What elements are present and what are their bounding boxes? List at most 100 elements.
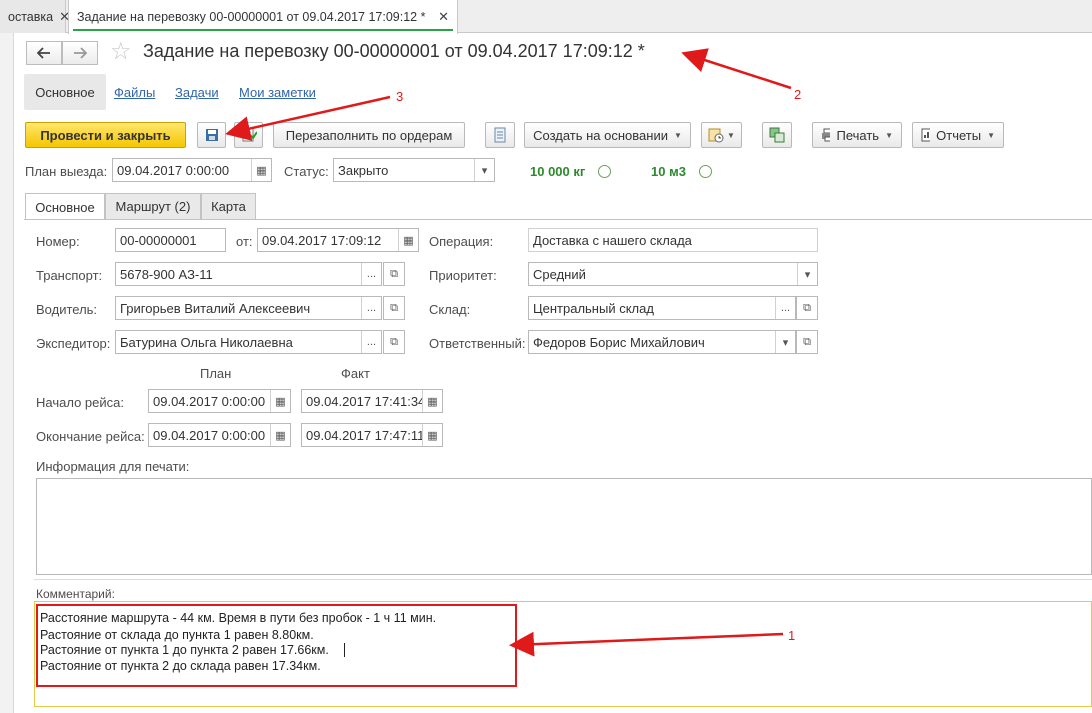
create-based-on-label: Создать на основании — [533, 127, 668, 143]
warehouse-label: Склад: — [429, 302, 471, 317]
annotation-highlight-box — [36, 604, 517, 687]
reports-label: Отчеты — [936, 127, 982, 143]
section-notes[interactable]: Мои заметки — [239, 74, 316, 110]
print-label: Печать — [836, 127, 880, 143]
forwarder-label: Экспедитор: — [36, 336, 111, 351]
arrow-left-icon — [37, 47, 50, 59]
calendar-icon[interactable]: ▦ — [270, 390, 290, 412]
post-button[interactable] — [234, 122, 263, 148]
plan-departure-field[interactable]: 09.04.2017 0:00:00 ▦ — [112, 158, 272, 182]
reports-icon — [921, 128, 931, 142]
star-icon[interactable]: ☆ — [110, 40, 132, 64]
date-value: 09.04.2017 17:09:12 — [262, 232, 382, 248]
trip-start-plan-field[interactable]: 09.04.2017 0:00:00 ▦ — [148, 389, 291, 413]
number-field[interactable]: 00-00000001 — [115, 228, 226, 252]
window-tab-task[interactable]: Задание на перевозку 00-00000001 от 09.0… — [68, 0, 458, 34]
open-icon[interactable]: ⧉ — [383, 330, 405, 354]
tab-divider — [24, 219, 1092, 220]
priority-select[interactable]: Средний ▾ — [528, 262, 818, 286]
number-label: Номер: — [36, 234, 80, 249]
structure-of-subordination-button[interactable] — [762, 122, 792, 148]
weight-status-icon — [598, 165, 611, 178]
date-field[interactable]: 09.04.2017 17:09:12 ▦ — [257, 228, 419, 252]
list-document-icon — [494, 127, 506, 143]
calendar-icon[interactable]: ▦ — [422, 390, 442, 412]
open-icon[interactable]: ⧉ — [796, 296, 818, 320]
open-icon[interactable]: ⧉ — [383, 262, 405, 286]
status-select[interactable]: Закрыто ▾ — [333, 158, 495, 182]
back-button[interactable] — [26, 41, 62, 65]
from-label: от: — [236, 234, 253, 249]
responsible-label: Ответственный: — [429, 336, 526, 351]
trip-end-plan-field[interactable]: 09.04.2017 0:00:00 ▦ — [148, 423, 291, 447]
window-tab-delivery[interactable]: оставка ✕ — [0, 0, 70, 33]
status-value: Закрыто — [338, 162, 389, 178]
print-info-label: Информация для печати: — [36, 459, 190, 474]
tab-main[interactable]: Основное — [25, 193, 105, 220]
driver-field[interactable]: Григорьев Виталий Алексеевич ... — [115, 296, 382, 320]
select-ellipsis-icon[interactable]: ... — [361, 263, 381, 285]
tab-map[interactable]: Карта — [201, 193, 256, 219]
trip-start-fact-field[interactable]: 09.04.2017 17:41:34 ▦ — [301, 389, 443, 413]
forwarder-field[interactable]: Батурина Ольга Николаевна ... — [115, 330, 382, 354]
tab-route[interactable]: Маршрут (2) — [105, 193, 201, 219]
transport-value: 5678-900 АЗ-11 — [120, 266, 213, 282]
post-and-close-button[interactable]: Провести и закрыть — [25, 122, 186, 148]
post-document-icon — [242, 127, 257, 142]
left-panel — [0, 33, 14, 713]
section-tasks[interactable]: Задачи — [175, 74, 219, 110]
calendar-icon[interactable]: ▦ — [251, 159, 271, 181]
transport-field[interactable]: 5678-900 АЗ-11 ... — [115, 262, 382, 286]
create-based-on-button[interactable]: Создать на основании ▼ — [524, 122, 691, 148]
divider — [34, 579, 1092, 580]
responsible-value: Федоров Борис Михайлович — [533, 334, 705, 350]
section-files[interactable]: Файлы — [114, 74, 155, 110]
warehouse-value: Центральный склад — [533, 300, 654, 316]
responsible-field[interactable]: Федоров Борис Михайлович ▾ — [528, 330, 796, 354]
structure-button[interactable] — [485, 122, 515, 148]
task-clock-icon — [708, 128, 724, 143]
section-main[interactable]: Основное — [24, 74, 106, 110]
calendar-icon[interactable]: ▦ — [270, 424, 290, 446]
weight-indicator: 10 000 кг — [530, 164, 586, 179]
operation-value: Доставка с нашего склада — [533, 232, 692, 248]
trip-end-fact-field[interactable]: 09.04.2017 17:47:11 ▦ — [301, 423, 443, 447]
chevron-down-icon: ▼ — [727, 130, 735, 140]
priority-value: Средний — [533, 266, 586, 282]
open-icon[interactable]: ⧉ — [796, 330, 818, 354]
more-actions-button[interactable]: ▼ — [701, 122, 742, 148]
comment-label: Комментарий: — [36, 587, 115, 601]
operation-label: Операция: — [429, 234, 494, 249]
print-info-textarea[interactable] — [36, 478, 1092, 575]
arrow-right-icon — [74, 47, 87, 59]
chevron-down-icon[interactable]: ▾ — [775, 331, 795, 353]
window-tab-label: Задание на перевозку 00-00000001 от 09.0… — [77, 10, 426, 24]
transport-label: Транспорт: — [36, 268, 103, 283]
refill-by-orders-button[interactable]: Перезаполнить по ордерам — [273, 122, 465, 148]
page-title: Задание на перевозку 00-00000001 от 09.0… — [143, 41, 645, 61]
fact-header: Факт — [341, 366, 370, 381]
plan-departure-value: 09.04.2017 0:00:00 — [117, 162, 230, 178]
print-button[interactable]: Печать ▼ — [812, 122, 902, 148]
open-icon[interactable]: ⧉ — [383, 296, 405, 320]
close-icon[interactable]: ✕ — [438, 9, 449, 25]
chevron-down-icon[interactable]: ▾ — [797, 263, 817, 285]
trip-start-fact-value: 09.04.2017 17:41:34 — [306, 393, 422, 409]
select-ellipsis-icon[interactable]: ... — [361, 331, 381, 353]
chevron-down-icon[interactable]: ▾ — [474, 159, 494, 181]
calendar-icon[interactable]: ▦ — [422, 424, 442, 446]
number-value: 00-00000001 — [120, 232, 197, 248]
save-button[interactable] — [197, 122, 226, 148]
annotation-arrow-2 — [681, 48, 792, 90]
forward-button[interactable] — [62, 41, 98, 65]
plan-header: План — [200, 366, 232, 381]
reports-button[interactable]: Отчеты ▼ — [912, 122, 1004, 148]
calendar-icon[interactable]: ▦ — [398, 229, 418, 251]
trip-start-plan-value: 09.04.2017 0:00:00 — [153, 393, 266, 409]
warehouse-field[interactable]: Центральный склад ... — [528, 296, 796, 320]
printer-icon — [822, 128, 831, 142]
volume-status-icon — [699, 165, 712, 178]
driver-value: Григорьев Виталий Алексеевич — [120, 300, 311, 316]
select-ellipsis-icon[interactable]: ... — [775, 297, 795, 319]
select-ellipsis-icon[interactable]: ... — [361, 297, 381, 319]
